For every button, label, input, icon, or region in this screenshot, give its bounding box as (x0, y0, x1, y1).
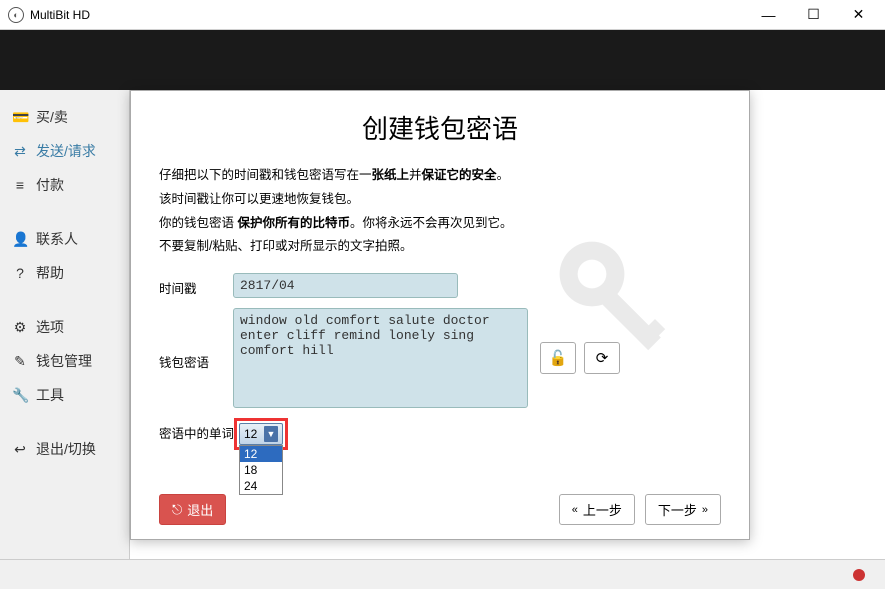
sidebar-item-label: 付款 (36, 175, 64, 195)
refresh-icon: ⟳ (596, 349, 609, 367)
chevron-right-icon: » (702, 504, 708, 516)
timestamp-field[interactable]: 2817/04 (233, 273, 458, 298)
word-count-option[interactable]: 12 (240, 446, 282, 462)
sidebar-item-label: 工具 (36, 385, 64, 405)
transfer-icon: ⇄ (12, 143, 28, 160)
close-button[interactable]: ✕ (836, 1, 881, 29)
sidebar-item-buy-sell[interactable]: 💳 买/卖 (0, 100, 129, 134)
dialog-instructions: 仔细把以下的时间戳和钱包密语写在一张纸上并保证它的安全。 该时间戳让你可以更速地… (159, 164, 721, 259)
seed-label: 钱包密语 (159, 308, 233, 371)
next-button[interactable]: 下一步 » (645, 494, 721, 525)
sidebar-item-tools[interactable]: 🔧 工具 (0, 378, 129, 412)
chevron-down-icon: ▼ (264, 426, 278, 442)
word-count-value: 12 (244, 427, 257, 441)
sidebar-item-label: 帮助 (36, 263, 64, 283)
sidebar-item-label: 钱包管理 (36, 351, 92, 371)
minimize-button[interactable]: — (746, 1, 791, 29)
sidebar-item-label: 买/卖 (36, 107, 68, 127)
card-icon: 💳 (12, 109, 28, 126)
status-bar (0, 559, 885, 589)
exit-icon: ⎋ (172, 502, 182, 518)
previous-button[interactable]: « 上一步 (559, 494, 635, 525)
sidebar-item-label: 选项 (36, 317, 64, 337)
window-title: MultiBit HD (30, 8, 746, 22)
word-count-dropdown[interactable]: 12 18 24 (239, 445, 283, 495)
sidebar-item-label: 联系人 (36, 229, 78, 249)
gear-icon: ⚙ (12, 319, 28, 336)
seed-textarea[interactable]: window old comfort salute doctor enter c… (233, 308, 528, 408)
help-icon: ? (12, 265, 28, 281)
user-icon: 👤 (12, 231, 28, 248)
sidebar-item-help[interactable]: ? 帮助 (0, 256, 129, 290)
sidebar-item-options[interactable]: ⚙ 选项 (0, 310, 129, 344)
word-count-select[interactable]: 12 ▼ (239, 423, 283, 445)
edit-icon: ✎ (12, 353, 28, 370)
sidebar-item-exit-switch[interactable]: ↩ 退出/切换 (0, 432, 129, 466)
app-icon: ◐ (8, 7, 24, 23)
maximize-button[interactable]: ☐ (791, 1, 836, 29)
signout-icon: ↩ (12, 441, 28, 458)
wrench-icon: 🔧 (12, 387, 28, 404)
word-count-highlight: 12 ▼ 12 18 24 (234, 418, 288, 450)
sidebar-item-payments[interactable]: ≡ 付款 (0, 168, 129, 202)
word-count-option[interactable]: 18 (240, 462, 282, 478)
sidebar-item-send-request[interactable]: ⇄ 发送/请求 (0, 134, 129, 168)
sidebar-item-contacts[interactable]: 👤 联系人 (0, 222, 129, 256)
word-count-label: 密语中的单词 (159, 418, 239, 442)
previous-label: 上一步 (583, 500, 622, 519)
create-seed-dialog: 创建钱包密语 仔细把以下的时间戳和钱包密语写在一张纸上并保证它的安全。 该时间戳… (130, 90, 750, 540)
exit-label: 退出 (187, 500, 213, 519)
sidebar-item-wallet-manage[interactable]: ✎ 钱包管理 (0, 344, 129, 378)
chevron-left-icon: « (572, 504, 578, 516)
next-label: 下一步 (658, 500, 697, 519)
timestamp-label: 时间戳 (159, 273, 233, 297)
sidebar-item-label: 发送/请求 (36, 141, 96, 161)
sidebar: 💳 买/卖 ⇄ 发送/请求 ≡ 付款 👤 联系人 ? 帮助 ⚙ 选项 ✎ 钱包管理 🔧 工具 ↩… (0, 90, 130, 559)
refresh-button[interactable]: ⟳ (584, 342, 620, 374)
list-icon: ≡ (12, 177, 28, 193)
dialog-title: 创建钱包密语 (159, 109, 721, 146)
sidebar-item-label: 退出/切换 (36, 439, 96, 459)
window-titlebar: ◐ MultiBit HD — ☐ ✕ (0, 0, 885, 30)
status-indicator (853, 569, 865, 581)
header-toolbar (0, 30, 885, 90)
unlock-icon: 🔓 (549, 349, 568, 367)
unlock-button[interactable]: 🔓 (540, 342, 576, 374)
exit-button[interactable]: ⎋ 退出 (159, 494, 226, 525)
word-count-option[interactable]: 24 (240, 478, 282, 494)
